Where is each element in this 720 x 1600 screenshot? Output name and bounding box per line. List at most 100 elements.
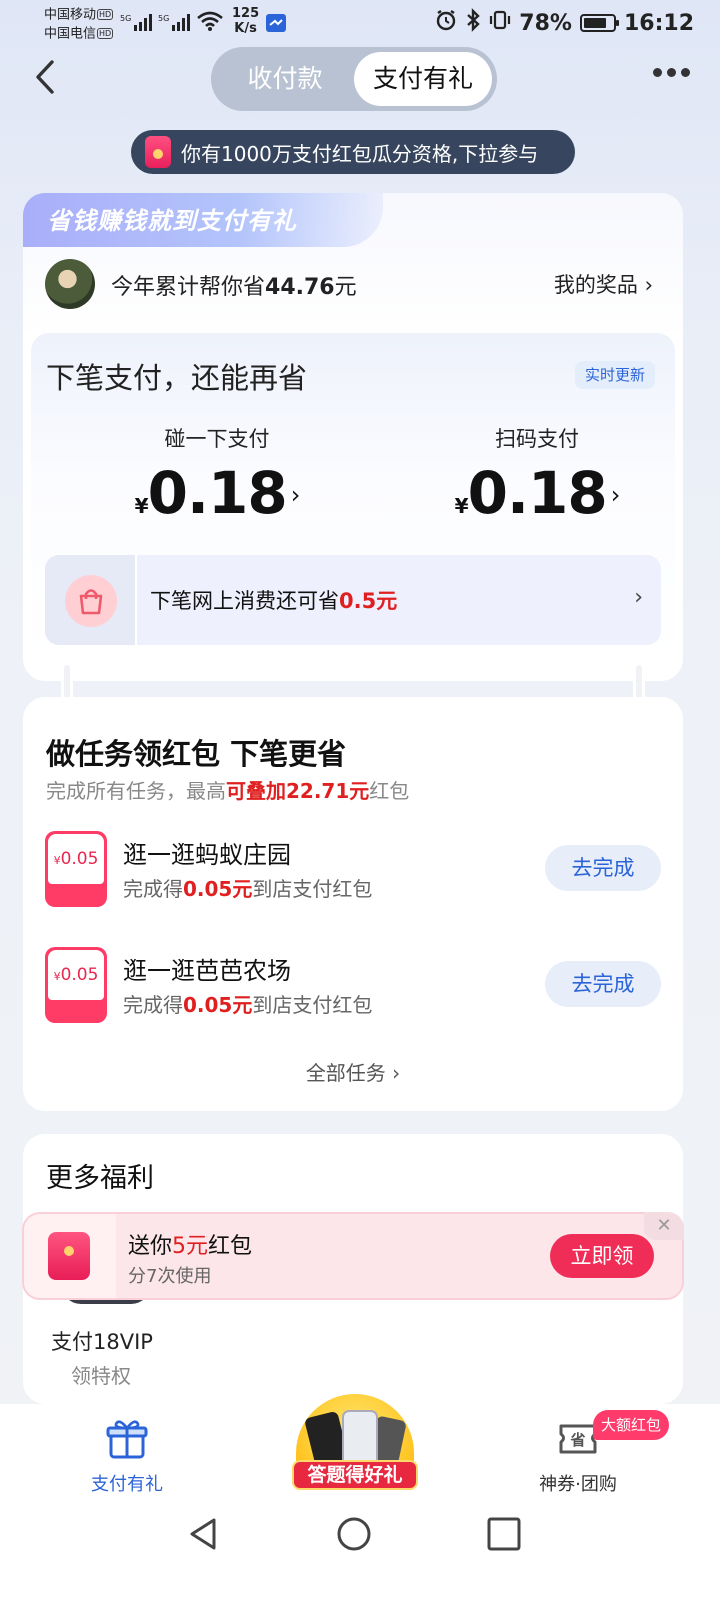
claim-now-button[interactable]: 立即领 (550, 1234, 654, 1278)
tasks-title: 做任务领红包 下笔更省 (46, 737, 347, 771)
currency-symbol: ¥ (454, 494, 469, 518)
task-desc-amount: 0.05元 (183, 993, 253, 1017)
red-packet-banner[interactable]: 你有1000万支付红包瓜分资格,下拉参与 (131, 130, 575, 174)
signal-icon: 5G (120, 12, 156, 35)
next-payment-panel: 下笔支付，还能再省 实时更新 碰一下支付 ¥0.18 › 扫码支付 ¥0.18 › … (31, 333, 675, 663)
task-desc: 完成得0.05元到店支付红包 (123, 873, 372, 902)
net-speed: 125 K/s (232, 6, 259, 36)
battery-fill (583, 18, 606, 28)
triangle-back-icon (190, 1518, 216, 1550)
task-desc: 完成得0.05元到店支付红包 (123, 989, 372, 1018)
close-icon[interactable]: ✕ (644, 1212, 684, 1240)
chevron-right-icon: › (644, 273, 653, 297)
vip-title[interactable]: 支付18VIP (51, 1326, 153, 1356)
tap-pay-label: 碰一下支付 (164, 427, 270, 451)
task-item: ¥0.05 逛一逛蚂蚁庄园 完成得0.05元到店支付红包 去完成 (45, 831, 661, 911)
vibrate-icon (489, 9, 511, 37)
coupon-ticket-char: 省 (569, 1431, 585, 1449)
promo-icon-area (24, 1214, 116, 1298)
tasks-card: 做任务领红包 下笔更省 完成所有任务，最高可叠加22.71元红包 ¥0.05 逛… (23, 697, 683, 1111)
online-prefix: 下笔网上消费还可省 (150, 589, 339, 613)
alarm-icon (435, 9, 457, 37)
shopping-bag-icon (65, 575, 117, 627)
more-dot-icon (681, 68, 690, 77)
online-spend-text: 下笔网上消费还可省0.5元 (150, 585, 397, 615)
more-menu-button[interactable] (653, 68, 690, 77)
header-segmented-control: 收付款 支付有礼 (211, 47, 497, 111)
tasks-sub-suffix: 红包 (369, 779, 410, 803)
net-speed-unit: K/s (234, 21, 257, 36)
nav-home-button[interactable] (334, 1514, 374, 1554)
gift-icon (106, 1420, 148, 1459)
more-dot-icon (667, 68, 676, 77)
chevron-left-icon (36, 60, 54, 94)
promo-suffix: 红包 (208, 1234, 253, 1259)
promo-amount: 5元 (172, 1234, 209, 1259)
chevron-right-icon: › (634, 585, 643, 610)
system-nav-bar (0, 1496, 720, 1600)
online-amount: 0.5元 (339, 589, 398, 613)
scan-pay-option[interactable]: 扫码支付 ¥0.18 › (387, 423, 683, 527)
vip-subtitle: 领特权 (71, 1364, 131, 1388)
task-name: 逛一逛蚂蚁庄园 (123, 841, 291, 869)
promo-subtitle: 分7次使用 (128, 1266, 212, 1287)
status-right: 78% 16:12 (435, 8, 694, 38)
avatar[interactable] (45, 259, 95, 309)
online-icon-area (45, 555, 137, 645)
task-desc-prefix: 完成得 (123, 993, 183, 1017)
scan-pay-label: 扫码支付 (495, 427, 579, 451)
net-speed-value: 125 (232, 6, 260, 21)
more-dot-icon (653, 68, 662, 77)
carrier-1: 中国移动 (44, 7, 97, 23)
red-packet-icon (48, 1232, 90, 1280)
carrier-2: 中国电信 (44, 26, 97, 41)
tab-pay-rewards-bottom[interactable]: 支付有礼 (88, 1418, 166, 1496)
tap-pay-amount: ¥0.18 › (67, 459, 367, 527)
tasks-subtitle: 完成所有任务，最高可叠加22.71元红包 (46, 775, 409, 804)
realtime-tag: 实时更新 (574, 361, 655, 389)
saved-amount: 44.76 (265, 275, 335, 300)
coupon-icon: ¥0.05 (45, 947, 107, 1023)
task-desc-amount: 0.05元 (183, 877, 253, 901)
complete-task-button[interactable]: 去完成 (545, 845, 661, 891)
promo-title: 送你5元红包 (128, 1228, 252, 1260)
signal-5g-label: 5G (158, 14, 169, 23)
currency-symbol: ¥ (53, 970, 61, 983)
tab-receive-pay[interactable]: 收付款 (217, 52, 353, 106)
saved-prefix: 今年累计帮你省 (111, 275, 266, 300)
my-prizes-label: 我的奖品 (553, 273, 638, 297)
task-desc-prefix: 完成得 (123, 877, 183, 901)
nav-back-button[interactable] (184, 1514, 224, 1554)
carrier-info: 中国移动 HD 中国电信 HD (44, 6, 114, 43)
status-bar: 中国移动 HD 中国电信 HD 5G 5G 125 K/s 78% 16:12 (0, 0, 720, 46)
online-spend-row[interactable]: 下笔网上消费还可省0.5元 › (45, 555, 661, 645)
scan-pay-amount: ¥0.18 › (387, 459, 683, 527)
all-tasks-link[interactable]: 全部任务 › (23, 1057, 683, 1086)
nav-recents-button[interactable] (484, 1514, 524, 1554)
complete-task-button[interactable]: 去完成 (545, 961, 661, 1007)
coupon-value: 0.05 (60, 965, 99, 985)
currency-symbol: ¥ (53, 854, 61, 867)
battery-percent: 78% (519, 10, 572, 36)
hd-badge: HD (97, 9, 114, 20)
signal-icon: 5G (158, 12, 194, 35)
back-button[interactable] (30, 58, 64, 98)
task-name: 逛一逛芭芭农场 (123, 957, 291, 985)
task-item: ¥0.05 逛一逛芭芭农场 完成得0.05元到店支付红包 去完成 (45, 947, 661, 1027)
scan-pay-value: 0.18 (467, 459, 608, 527)
tab-label: 支付有礼 (91, 1474, 163, 1495)
next-payment-title: 下笔支付，还能再省 (46, 361, 308, 395)
signal-5g-label: 5G (120, 14, 131, 23)
tasks-sub-prefix: 完成所有任务，最高 (46, 779, 226, 803)
tab-pay-rewards[interactable]: 支付有礼 (354, 52, 492, 106)
quiz-gift-button[interactable]: 答题得好礼 (292, 1394, 418, 1490)
my-prizes-link[interactable]: 我的奖品 › (554, 269, 653, 299)
red-packet-promo[interactable]: 送你5元红包 分7次使用 立即领 ✕ (22, 1212, 684, 1300)
big-red-packet-badge: 大额红包 (593, 1410, 670, 1440)
yearly-savings: 今年累计帮你省44.76元 (111, 269, 357, 301)
slogan-ribbon: 省钱赚钱就到支付有礼 (23, 193, 383, 247)
banner-text: 你有1000万支付红包瓜分资格,下拉参与 (181, 141, 539, 166)
coupon-icon: ¥0.05 (45, 831, 107, 907)
tap-pay-option[interactable]: 碰一下支付 ¥0.18 › (67, 423, 367, 527)
battery-icon (579, 14, 619, 32)
